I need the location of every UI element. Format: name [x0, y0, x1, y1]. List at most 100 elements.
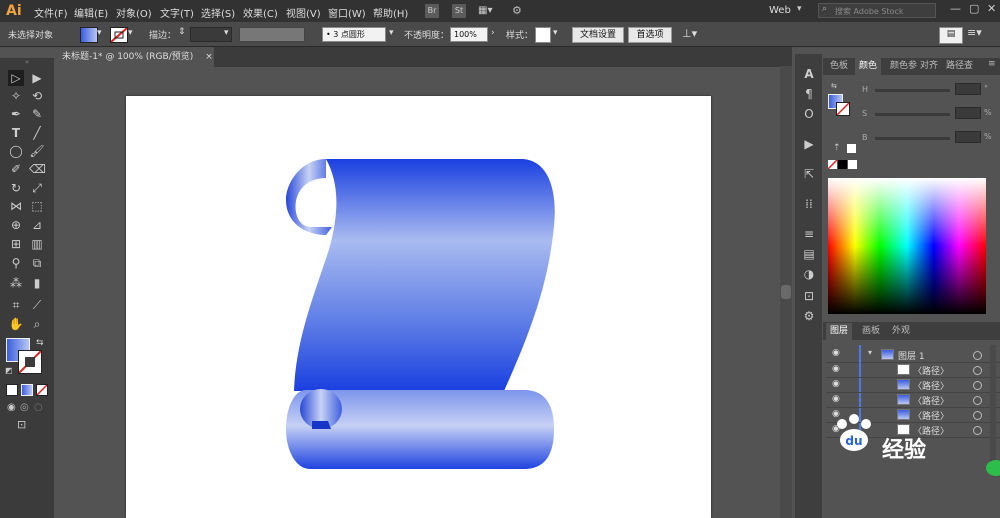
scrollbar-thumb[interactable] — [781, 285, 791, 299]
color-mode-icon[interactable] — [6, 384, 18, 396]
path-name[interactable]: 〈路径〉 — [913, 364, 949, 377]
minimize-icon[interactable]: — — [950, 2, 961, 15]
web-safe-swatch[interactable] — [847, 144, 856, 153]
draw-behind-icon[interactable]: ◎ — [20, 402, 29, 413]
target-icon[interactable] — [973, 351, 982, 360]
document-tab[interactable]: 未标题-1* @ 100% (RGB/预览) × — [54, 47, 214, 67]
channel-b-field[interactable] — [955, 131, 981, 143]
graph-tool-icon[interactable]: ▮ — [29, 275, 45, 291]
document-setup-button[interactable]: 文档设置 — [572, 27, 624, 43]
menu-view[interactable]: 视图(V) — [286, 5, 321, 20]
default-colors-icon[interactable]: ◩ — [5, 366, 13, 375]
close-icon[interactable]: ✕ — [987, 2, 996, 15]
stroke-label[interactable]: 描边： — [149, 28, 176, 41]
export-icon[interactable]: ⇱ — [801, 166, 817, 182]
opacity-field[interactable]: 100% — [450, 27, 488, 42]
perspective-grid-icon[interactable]: ⊿ — [29, 217, 45, 233]
stroke-panel-icon[interactable]: ≡ — [801, 226, 817, 242]
tab-artboards[interactable]: 画板 — [862, 323, 880, 340]
tab-appearance[interactable]: 外观 — [892, 323, 910, 340]
pen-tool-icon[interactable]: ✒ — [8, 106, 24, 122]
channel-s-slider[interactable] — [875, 113, 950, 116]
artboard-tool-icon[interactable]: ⌗ — [8, 297, 24, 313]
opacity-label[interactable]: 不透明度： — [404, 28, 449, 41]
bridge-button[interactable]: Br — [425, 4, 439, 18]
menu-file[interactable]: 文件(F) — [34, 5, 68, 20]
free-transform-icon[interactable]: ⬚ — [29, 198, 45, 214]
gradient-mode-icon[interactable] — [21, 384, 33, 396]
variable-width-profile[interactable] — [239, 27, 305, 42]
tab-color[interactable]: 颜色 — [855, 58, 882, 75]
scroll-artwork[interactable] — [126, 96, 711, 518]
color-stroke-box[interactable] — [836, 102, 850, 116]
mesh-tool-icon[interactable]: ⊞ — [8, 236, 24, 252]
chevron-down-icon[interactable]: ▾ — [553, 28, 558, 38]
arrange-docs-icon[interactable]: ▤ — [939, 27, 963, 44]
tab-layers[interactable]: 图层 — [826, 323, 853, 340]
chevron-right-icon[interactable]: › — [491, 28, 495, 38]
menu-edit[interactable]: 编辑(E) — [74, 5, 108, 20]
channel-h-field[interactable] — [955, 83, 981, 95]
panel-menu-icon[interactable]: ≡ — [988, 59, 996, 69]
chevron-down-icon[interactable]: ▾ — [224, 28, 229, 38]
none-swatch[interactable] — [828, 160, 837, 169]
line-tool-icon[interactable]: ╱ — [29, 125, 45, 141]
eye-icon[interactable]: ◉ — [832, 348, 840, 358]
layers-scrollbar[interactable] — [990, 345, 996, 465]
menu-effect[interactable]: 效果(C) — [243, 5, 278, 20]
target-icon[interactable] — [973, 366, 982, 375]
shaper-tool-icon[interactable]: ✐ — [8, 161, 24, 177]
width-tool-icon[interactable]: ⋈ — [8, 198, 24, 214]
tab-swatches[interactable]: 色板 — [830, 58, 848, 75]
path-name[interactable]: 〈路径〉 — [913, 394, 949, 407]
transform-icon[interactable]: ⊡ — [801, 288, 817, 304]
chevron-down-icon[interactable]: ▾ — [868, 348, 872, 357]
stroke-swatch[interactable] — [110, 27, 128, 43]
stock-button[interactable]: St — [452, 4, 466, 18]
close-tab-icon[interactable]: × — [205, 52, 213, 62]
panel-menu-icon[interactable]: ≡▾ — [967, 26, 982, 39]
eyedropper-icon[interactable]: ⚲ — [8, 255, 24, 271]
stepper-icon[interactable]: ⇕ — [178, 27, 186, 37]
actions-icon[interactable]: ▶ — [801, 136, 817, 152]
stock-search-input[interactable]: 搜索 Adobe Stock — [818, 3, 936, 18]
gpu-icon[interactable]: ⚙ — [512, 4, 522, 17]
chevron-down-icon[interactable]: ▾ — [797, 4, 802, 14]
paintbrush-icon[interactable]: 🖌 — [29, 143, 45, 159]
eraser-icon[interactable]: ⌫ — [29, 161, 46, 177]
shape-builder-icon[interactable]: ⊕ — [8, 217, 24, 233]
transparency-icon[interactable]: ◑ — [801, 266, 817, 282]
brush-definition[interactable]: • 3 点圆形 — [322, 27, 386, 42]
menu-window[interactable]: 窗口(W) — [328, 5, 366, 20]
screen-mode-icon[interactable]: ⊡ — [17, 418, 26, 431]
channel-b-slider[interactable] — [875, 137, 950, 140]
symbol-sprayer-icon[interactable]: ⁂ — [8, 275, 24, 291]
blend-tool-icon[interactable]: ⧉ — [29, 255, 45, 271]
channel-h-slider[interactable] — [875, 89, 950, 92]
direct-selection-tool-icon[interactable]: ▶ — [29, 70, 45, 86]
path-name[interactable]: 〈路径〉 — [913, 409, 949, 422]
color-spectrum[interactable] — [828, 178, 986, 314]
align-icon[interactable]: ⊥▾ — [682, 27, 697, 40]
chevron-down-icon[interactable]: ▾ — [97, 28, 102, 38]
out-of-gamut-icon[interactable]: ⇡ — [833, 143, 841, 153]
draw-normal-icon[interactable]: ◉ — [7, 402, 16, 413]
target-icon[interactable] — [973, 396, 982, 405]
target-icon[interactable] — [973, 411, 982, 420]
fill-swatch[interactable] — [80, 27, 98, 43]
white-swatch[interactable] — [848, 160, 857, 169]
chevron-down-icon[interactable]: ▾ — [389, 28, 394, 38]
menu-help[interactable]: 帮助(H) — [373, 5, 408, 20]
stroke-color-box[interactable] — [18, 350, 42, 374]
zoom-tool-icon[interactable]: ⌕ — [29, 316, 45, 332]
lasso-icon[interactable]: ⟲ — [29, 88, 45, 104]
menu-select[interactable]: 选择(S) — [201, 5, 235, 20]
black-swatch[interactable] — [838, 160, 847, 169]
preferences-button[interactable]: 首选项 — [628, 27, 672, 43]
tab-align[interactable]: 对齐 — [920, 58, 938, 75]
magic-wand-icon[interactable]: ✧ — [8, 88, 24, 104]
menu-type[interactable]: 文字(T) — [160, 5, 194, 20]
type-tool-icon[interactable]: T — [8, 125, 24, 141]
collapse-icon[interactable]: » — [0, 58, 54, 66]
tab-color-guide[interactable]: 颜色参 — [890, 58, 917, 75]
